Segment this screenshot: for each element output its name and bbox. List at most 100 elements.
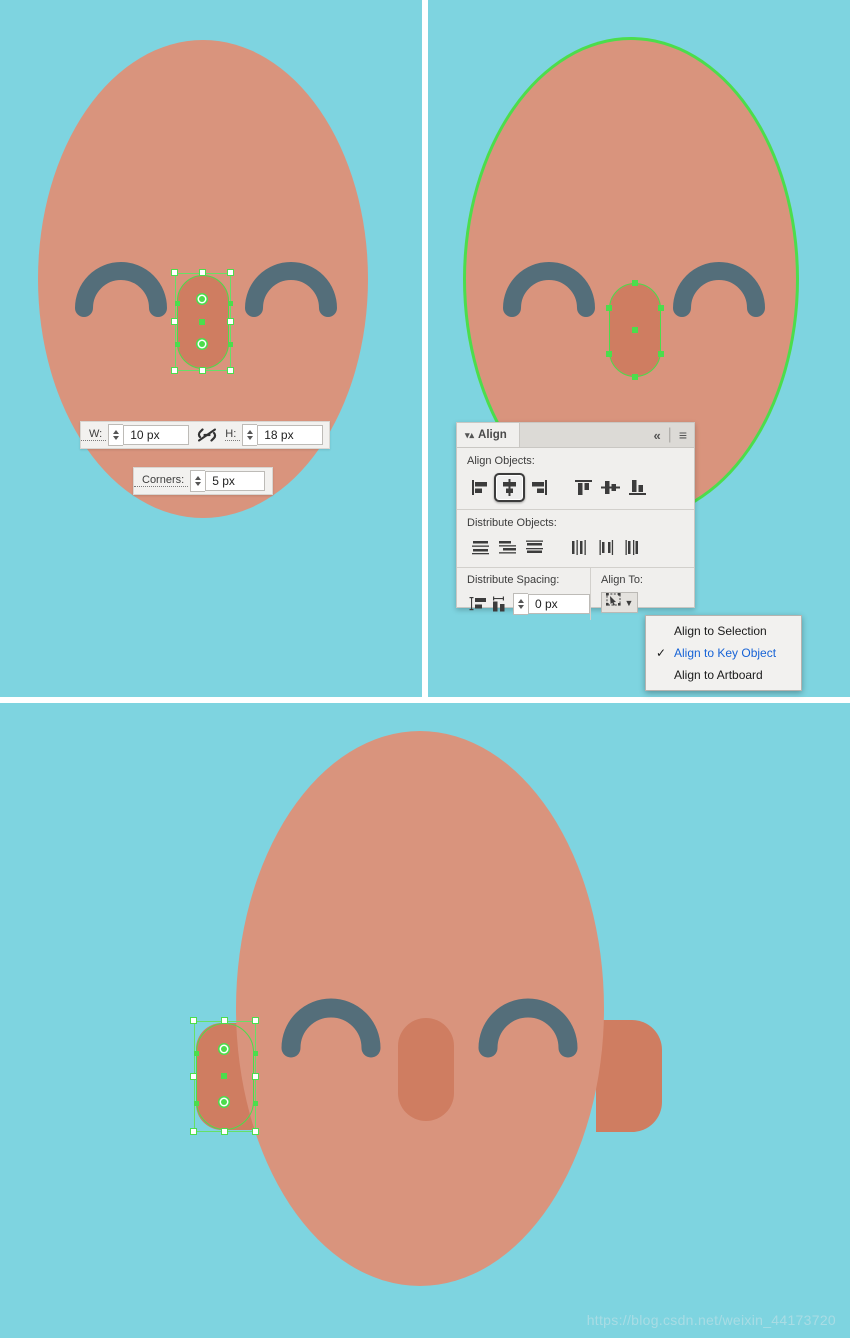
align-panel-tabbar: ▾▴ Align « | ≡	[457, 423, 694, 448]
distribute-vertical-spacing-button[interactable]	[467, 592, 489, 616]
ear-right[interactable]	[596, 1020, 662, 1132]
eyebrow-left[interactable]	[75, 252, 167, 317]
align-top-edges-button[interactable]	[570, 476, 597, 500]
path-anchor-point[interactable]	[253, 1051, 258, 1056]
corners-input[interactable]: 5 px	[205, 471, 266, 491]
selection-handle[interactable]	[190, 1073, 197, 1080]
selection-handle[interactable]	[227, 367, 234, 374]
align-to-dropdown-menu[interactable]: Align to Selection ✓ Align to Key Object…	[645, 615, 802, 691]
spacing-input[interactable]: 0 px	[528, 594, 590, 614]
distribute-top-edges-button[interactable]	[467, 535, 494, 559]
corners-stepper[interactable]	[190, 470, 206, 492]
selection-handle[interactable]	[171, 269, 178, 276]
menu-item-align-to-artboard[interactable]: Align to Artboard	[646, 664, 801, 686]
align-objects-section: Align Objects:	[457, 448, 694, 502]
width-input[interactable]: 10 px	[123, 425, 190, 445]
align-panel-bottom: Distribute Spacing: 0 px Align To: ▼	[457, 568, 694, 620]
selection-handle[interactable]	[190, 1128, 197, 1135]
height-input[interactable]: 18 px	[257, 425, 324, 445]
path-anchor-point[interactable]	[228, 342, 233, 347]
selection-center-point	[632, 327, 638, 333]
live-corner-widget[interactable]	[199, 296, 205, 302]
collapse-icon[interactable]: «	[653, 428, 660, 443]
panel-grip-icon: ▾▴	[465, 429, 475, 440]
path-anchor-point[interactable]	[253, 1101, 258, 1106]
selection-handle[interactable]	[227, 269, 234, 276]
menu-item-align-to-selection[interactable]: Align to Selection	[646, 620, 801, 642]
align-horizontal-centers-button[interactable]	[494, 473, 525, 502]
path-anchor-point[interactable]	[658, 351, 664, 357]
menu-item-align-to-key-object[interactable]: ✓ Align to Key Object	[646, 642, 801, 664]
path-anchor-point[interactable]	[228, 301, 233, 306]
check-icon: ✓	[656, 646, 667, 660]
distribute-objects-section: Distribute Objects:	[457, 510, 694, 559]
chevron-down-icon[interactable]: ▼	[625, 598, 634, 608]
selection-handle[interactable]	[171, 367, 178, 374]
align-to-title: Align To:	[601, 574, 643, 586]
panel-bottom: https://blog.csdn.net/weixin_44173720	[0, 703, 850, 1338]
menu-item-label: Align to Artboard	[674, 668, 763, 682]
distribute-horizontal-centers-button[interactable]	[593, 535, 620, 559]
eyebrow-right[interactable]	[245, 252, 337, 317]
width-height-toolbar[interactable]: W: 10 px H: 18 px	[80, 421, 330, 449]
distribute-vertical-centers-button[interactable]	[494, 535, 521, 559]
align-vertical-centers-button[interactable]	[597, 476, 624, 500]
live-corner-widget[interactable]	[221, 1046, 227, 1052]
path-anchor-point[interactable]	[632, 374, 638, 380]
selection-center-point	[199, 319, 205, 325]
nose-shape[interactable]	[398, 1018, 454, 1121]
selection-handle[interactable]	[227, 318, 234, 325]
divider: |	[667, 426, 672, 443]
distribute-objects-buttons	[467, 535, 684, 559]
live-corner-widget[interactable]	[221, 1099, 227, 1105]
align-objects-buttons	[467, 473, 684, 502]
distribute-bottom-edges-button[interactable]	[521, 535, 548, 559]
selection-handle[interactable]	[199, 367, 206, 374]
watermark-text: https://blog.csdn.net/weixin_44173720	[586, 1312, 836, 1328]
selection-handle[interactable]	[252, 1128, 259, 1135]
width-stepper[interactable]	[108, 424, 124, 446]
path-anchor-point[interactable]	[658, 305, 664, 311]
menu-item-label: Align to Selection	[674, 624, 767, 638]
selection-handle[interactable]	[221, 1128, 228, 1135]
path-anchor-point[interactable]	[194, 1051, 199, 1056]
path-anchor-point[interactable]	[175, 342, 180, 347]
distribute-horizontal-spacing-button[interactable]	[489, 592, 511, 616]
tab-align[interactable]: ▾▴ Align	[457, 423, 520, 447]
distribute-spacing-controls: 0 px	[467, 592, 590, 616]
selection-center-point	[221, 1073, 227, 1079]
path-anchor-point[interactable]	[175, 301, 180, 306]
selection-handle[interactable]	[199, 269, 206, 276]
height-label: H:	[225, 429, 241, 441]
path-anchor-point[interactable]	[632, 280, 638, 286]
panel-menu-icon[interactable]: ≡	[679, 427, 687, 443]
eyebrow-left[interactable]	[503, 252, 595, 317]
distribute-right-edges-button[interactable]	[620, 535, 647, 559]
corners-toolbar[interactable]: Corners: 5 px	[133, 467, 273, 495]
selection-handle[interactable]	[252, 1017, 259, 1024]
distribute-left-edges-button[interactable]	[566, 535, 593, 559]
path-anchor-point[interactable]	[194, 1101, 199, 1106]
align-objects-title: Align Objects:	[467, 455, 535, 467]
selection-handle[interactable]	[190, 1017, 197, 1024]
selection-handle[interactable]	[252, 1073, 259, 1080]
broken-link-icon[interactable]	[197, 428, 217, 442]
align-to-dropdown-button[interactable]: ▼	[601, 592, 638, 613]
align-left-edges-button[interactable]	[467, 476, 494, 500]
align-panel[interactable]: ▾▴ Align « | ≡ Align Objects: Distribute…	[456, 422, 695, 620]
live-corner-widget[interactable]	[199, 341, 205, 347]
selection-handle[interactable]	[221, 1017, 228, 1024]
distribute-spacing-title: Distribute Spacing:	[467, 574, 560, 586]
selection-handle[interactable]	[171, 318, 178, 325]
path-anchor-point[interactable]	[606, 351, 612, 357]
distribute-objects-title: Distribute Objects:	[467, 517, 557, 529]
panel-top-left: W: 10 px H: 18 px Corners: 5 px	[0, 0, 422, 697]
path-anchor-point[interactable]	[606, 305, 612, 311]
spacing-stepper[interactable]	[513, 593, 528, 615]
height-stepper[interactable]	[242, 424, 258, 446]
eyebrow-right[interactable]	[673, 252, 765, 317]
eyebrow-right[interactable]	[478, 988, 578, 1058]
eyebrow-left[interactable]	[281, 988, 381, 1058]
align-bottom-edges-button[interactable]	[624, 476, 651, 500]
align-right-edges-button[interactable]	[525, 476, 552, 500]
